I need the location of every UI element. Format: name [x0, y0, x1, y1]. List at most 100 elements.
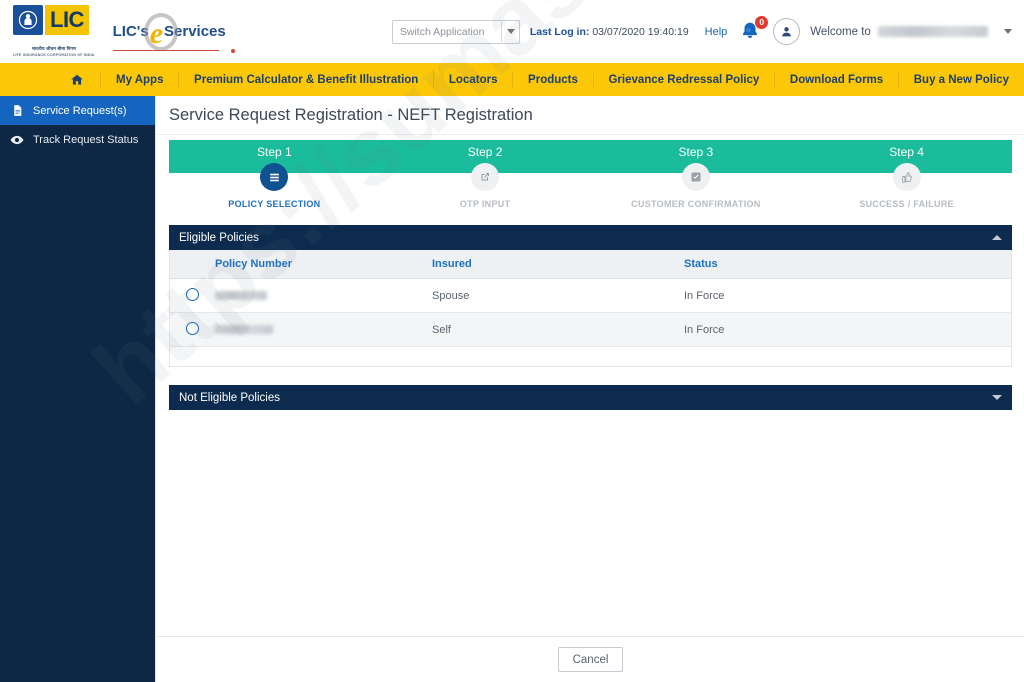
avatar[interactable]: [773, 18, 800, 45]
lic-wordmark: LIC: [45, 5, 89, 35]
nav-item-grievance-redressal-policy[interactable]: Grievance Redressal Policy: [593, 63, 774, 96]
home-icon: [70, 73, 84, 87]
top-header: LIC भारतीय जीवन बीमा निगम LIFE INSURANCE…: [0, 0, 1024, 64]
application-window: LIC भारतीय जीवन बीमा निगम LIFE INSURANCE…: [0, 0, 1024, 682]
last-login: Last Log in: 03/07/2020 19:40:19: [530, 26, 689, 38]
list-icon: [268, 171, 281, 184]
nav-item-my-apps[interactable]: My Apps: [101, 63, 179, 96]
eligible-policies-table-wrapper: Policy Number Insured Status Spouse: [169, 250, 1012, 367]
notification-badge: 0: [755, 16, 768, 29]
lic-subtitle-hindi: भारतीय जीवन बीमा निगम: [13, 46, 95, 53]
table-row[interactable]: Spouse In Force: [170, 279, 1011, 313]
header-right-controls: Switch Application Last Log in: 03/07/20…: [392, 18, 1024, 45]
sidebar-item-label: Service Request(s): [33, 105, 127, 117]
step-number: Step 2: [468, 145, 503, 159]
column-header-status: Status: [683, 250, 1011, 279]
nav-item-products[interactable]: Products: [513, 63, 593, 96]
column-header-insured: Insured: [431, 250, 683, 279]
document-icon: [10, 104, 24, 118]
row-select-cell[interactable]: [170, 279, 214, 313]
policy-number-redacted: [215, 291, 267, 300]
switch-application-select[interactable]: Switch Application: [392, 20, 520, 44]
nav-item-buy-a-new-policy[interactable]: Buy a New Policy: [899, 63, 1024, 96]
row-select-cell[interactable]: [170, 313, 214, 347]
step-icon-circle: [893, 163, 921, 191]
table-header-row: Policy Number Insured Status: [170, 250, 1011, 279]
policy-radio-button[interactable]: [186, 288, 199, 301]
form-footer: Cancel: [156, 636, 1024, 682]
welcome-label: Welcome to: [810, 26, 871, 38]
step-icon-circle: [682, 163, 710, 191]
column-header-select: [170, 250, 214, 279]
brand-dot: [231, 49, 235, 53]
switch-application-label: Switch Application: [400, 26, 496, 38]
step-label: OTP INPUT: [460, 199, 511, 209]
nav-item-locators[interactable]: Locators: [434, 63, 513, 96]
welcome-text: Welcome to: [810, 26, 988, 38]
thumbs-up-icon: [900, 171, 913, 184]
step-2-otp-input[interactable]: Step 2 OTP INPUT: [380, 140, 591, 215]
step-label: CUSTOMER CONFIRMATION: [631, 199, 760, 209]
step-number: Step 4: [889, 145, 924, 159]
external-link-icon: [479, 171, 491, 183]
step-number: Step 1: [257, 145, 292, 159]
not-eligible-policies-header[interactable]: Not Eligible Policies: [169, 385, 1012, 410]
checkbox-icon: [690, 171, 702, 183]
policy-number-redacted: [215, 325, 273, 334]
cell-status: In Force: [683, 313, 1011, 347]
chevron-down-icon[interactable]: [992, 395, 1002, 400]
cell-insured: Self: [431, 313, 683, 347]
help-link[interactable]: Help: [705, 26, 728, 38]
step-4-success-failure[interactable]: Step 4 SUCCESS / FAILURE: [801, 140, 1012, 215]
cell-status: In Force: [683, 279, 1011, 313]
filler-cell: [170, 347, 1011, 367]
brand-underline: [113, 50, 219, 51]
nav-item-premium-calculator[interactable]: Premium Calculator & Benefit Illustratio…: [179, 63, 433, 96]
user-icon: [780, 25, 793, 38]
table-row[interactable]: Self In Force: [170, 313, 1011, 347]
last-login-label: Last Log in:: [530, 26, 590, 38]
section-title: Eligible Policies: [179, 232, 992, 244]
step-number: Step 3: [679, 145, 714, 159]
step-icon-circle: [260, 163, 288, 191]
chevron-up-icon[interactable]: [992, 235, 1002, 240]
section-title: Not Eligible Policies: [179, 392, 992, 404]
main-navigation: My Apps Premium Calculator & Benefit Ill…: [0, 63, 1024, 96]
divider: [501, 22, 502, 42]
sidebar-item-track-request-status[interactable]: Track Request Status: [0, 125, 155, 154]
user-menu-chevron-down-icon[interactable]: [1004, 29, 1012, 34]
nav-home-button[interactable]: [54, 63, 100, 96]
nav-item-download-forms[interactable]: Download Forms: [775, 63, 898, 96]
page-title: Service Request Registration - NEFT Regi…: [169, 106, 533, 125]
brand-e-ring-icon: [144, 13, 178, 51]
policy-radio-button[interactable]: [186, 322, 199, 335]
eligible-policies-table: Policy Number Insured Status Spouse: [170, 250, 1011, 366]
sidebar-item-service-requests[interactable]: Service Request(s): [0, 96, 155, 125]
step-label: POLICY SELECTION: [228, 199, 320, 209]
lic-emblem-icon: [13, 5, 43, 35]
main-content: Service Request Registration - NEFT Regi…: [155, 96, 1024, 682]
lic-logo[interactable]: LIC भारतीय जीवन बीमा निगम LIFE INSURANCE…: [13, 5, 95, 59]
table-filler-row: [170, 347, 1011, 367]
step-label: SUCCESS / FAILURE: [859, 199, 954, 209]
progress-stepper: Step 1 POLICY SELECTION Step 2: [169, 140, 1012, 215]
cell-insured: Spouse: [431, 279, 683, 313]
lic-subtitle-english: LIFE INSURANCE CORPORATION OF INDIA: [13, 53, 95, 58]
welcome-username-redacted: [878, 26, 988, 37]
last-login-value: 03/07/2020 19:40:19: [592, 26, 688, 38]
column-header-policy-number: Policy Number: [214, 250, 431, 279]
sidebar-item-label: Track Request Status: [33, 134, 138, 146]
step-icon-circle: [471, 163, 499, 191]
chevron-down-icon: [507, 29, 515, 34]
step-1-policy-selection[interactable]: Step 1 POLICY SELECTION: [169, 140, 380, 215]
cell-policy-number: [214, 313, 431, 347]
eligible-policies-header[interactable]: Eligible Policies: [169, 225, 1012, 250]
cell-policy-number: [214, 279, 431, 313]
brand-area: LIC भारतीय जीवन बीमा निगम LIFE INSURANCE…: [13, 5, 226, 59]
page-title-bar: Service Request Registration - NEFT Regi…: [156, 96, 1024, 135]
step-3-customer-confirmation[interactable]: Step 3 CUSTOMER CONFIRMATION: [591, 140, 802, 215]
cancel-button[interactable]: Cancel: [558, 647, 623, 672]
notifications-button[interactable]: 0: [739, 20, 763, 44]
sidebar: Service Request(s) Track Request Status: [0, 96, 155, 682]
eservices-brand[interactable]: LIC's e Services: [113, 17, 226, 47]
